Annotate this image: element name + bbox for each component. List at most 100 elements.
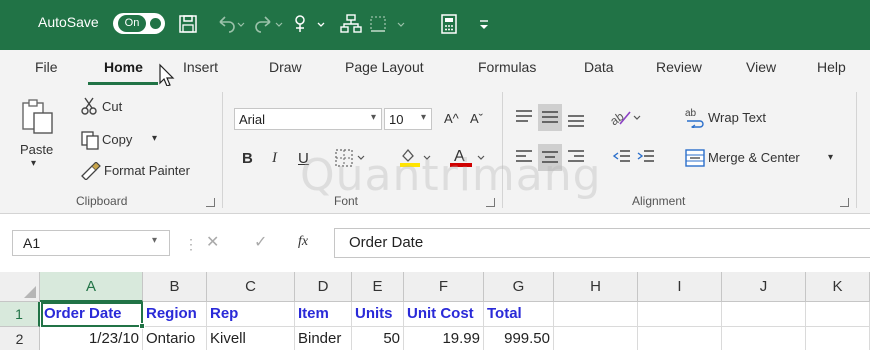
border-icon[interactable] — [368, 14, 412, 34]
cell-b1[interactable]: Region — [143, 302, 207, 327]
column-header-k[interactable]: K — [806, 272, 870, 302]
cell-d1[interactable]: Item — [295, 302, 352, 327]
svg-text:ab: ab — [685, 108, 697, 119]
title-bar: AutoSave On — [0, 0, 870, 50]
wrap-text-label[interactable]: Wrap Text — [708, 110, 766, 125]
name-box[interactable]: A1 ▾ — [12, 230, 170, 256]
row-header-2[interactable]: 2 — [0, 327, 40, 350]
column-header-f[interactable]: F — [404, 272, 484, 302]
cell-h2[interactable] — [554, 327, 638, 350]
touch-mode-icon[interactable] — [292, 14, 328, 34]
font-size-combo[interactable]: 10 ▾ — [384, 108, 432, 130]
wrap-text-icon[interactable]: ab — [684, 106, 706, 131]
tab-draw[interactable]: Draw — [269, 59, 302, 75]
column-header-e[interactable]: E — [352, 272, 404, 302]
decrease-indent-icon[interactable] — [612, 148, 632, 169]
tab-page-layout[interactable]: Page Layout — [345, 59, 424, 75]
column-header-d[interactable]: D — [295, 272, 352, 302]
redo-icon[interactable] — [254, 14, 284, 34]
cancel-entry-icon[interactable]: ✕ — [206, 232, 219, 252]
tab-file[interactable]: File — [35, 59, 58, 75]
tab-data[interactable]: Data — [584, 59, 614, 75]
autosave-state: On — [118, 15, 146, 32]
cell-j1[interactable] — [722, 302, 806, 327]
autosave-toggle[interactable]: On — [113, 13, 165, 34]
tab-view[interactable]: View — [746, 59, 776, 75]
cell-d2[interactable]: Binder — [295, 327, 352, 350]
italic-button[interactable]: I — [272, 150, 277, 167]
format-painter-icon[interactable] — [80, 161, 102, 183]
clipboard-launcher-icon[interactable] — [206, 198, 215, 207]
shrink-font-button[interactable]: Aˇ — [470, 111, 483, 126]
font-name-combo[interactable]: Arial ▾ — [234, 108, 382, 130]
alignment-group-label: Alignment — [632, 194, 686, 208]
orientation-icon[interactable]: ab — [607, 106, 642, 131]
bold-button[interactable]: B — [242, 150, 253, 167]
copy-dropdown-icon[interactable]: ▾ — [152, 133, 157, 144]
alignment-launcher-icon[interactable] — [840, 198, 849, 207]
merge-center-icon[interactable] — [684, 148, 706, 171]
cut-label[interactable]: Cut — [102, 99, 122, 114]
cell-i2[interactable] — [638, 327, 722, 350]
cell-f2[interactable]: 19.99 — [404, 327, 484, 350]
column-header-j[interactable]: J — [722, 272, 806, 302]
cell-f1[interactable]: Unit Cost — [404, 302, 484, 327]
middle-align-icon[interactable] — [538, 104, 562, 131]
column-header-h[interactable]: H — [554, 272, 638, 302]
paste-label[interactable]: Paste — [20, 142, 53, 157]
clipboard-group-label: Clipboard — [76, 194, 128, 208]
paste-dropdown-icon[interactable]: ▾ — [31, 158, 36, 169]
select-all-button[interactable] — [0, 272, 40, 302]
name-box-value: A1 — [23, 235, 41, 251]
copy-label[interactable]: Copy — [102, 132, 132, 147]
customize-qat-icon[interactable] — [478, 14, 490, 34]
cell-i1[interactable] — [638, 302, 722, 327]
formula-bar-grip-icon[interactable]: ⋮ — [184, 236, 198, 253]
cell-c2[interactable]: Kivell — [207, 327, 295, 350]
cell-e1[interactable]: Units — [352, 302, 404, 327]
column-header-g[interactable]: G — [484, 272, 554, 302]
column-header-a[interactable]: A — [40, 272, 143, 302]
fill-handle[interactable] — [139, 323, 145, 329]
copy-icon[interactable] — [80, 130, 100, 153]
tab-help[interactable]: Help — [817, 59, 846, 75]
row-header-1[interactable]: 1 — [0, 302, 40, 327]
cut-icon[interactable] — [80, 96, 98, 119]
column-header-b[interactable]: B — [143, 272, 207, 302]
cell-g1[interactable]: Total — [484, 302, 554, 327]
tab-review[interactable]: Review — [656, 59, 702, 75]
tab-insert[interactable]: Insert — [183, 59, 218, 75]
insert-function-button[interactable]: fx — [298, 234, 308, 250]
active-cell-border — [41, 302, 143, 327]
cell-g2[interactable]: 999.50 — [484, 327, 554, 350]
cell-b2[interactable]: Ontario — [143, 327, 207, 350]
bottom-align-icon[interactable] — [566, 110, 586, 131]
calculator-icon[interactable] — [440, 14, 458, 34]
paste-icon[interactable] — [20, 98, 54, 137]
cell-k1[interactable] — [806, 302, 870, 327]
active-tab-indicator — [88, 82, 158, 85]
cell-k2[interactable] — [806, 327, 870, 350]
cell-c1[interactable]: Rep — [207, 302, 295, 327]
undo-icon[interactable] — [216, 14, 246, 34]
group-separator — [856, 92, 857, 208]
increase-indent-icon[interactable] — [636, 148, 656, 169]
grow-font-button[interactable]: A^ — [444, 111, 459, 126]
cell-h1[interactable] — [554, 302, 638, 327]
formula-input[interactable]: Order Date — [334, 228, 870, 258]
column-header-i[interactable]: I — [638, 272, 722, 302]
sort-icon[interactable] — [340, 14, 362, 34]
tab-formulas[interactable]: Formulas — [478, 59, 536, 75]
font-size-value: 10 — [389, 112, 404, 127]
merge-center-label[interactable]: Merge & Center — [708, 150, 800, 165]
confirm-entry-icon[interactable]: ✓ — [254, 232, 267, 252]
cell-a2[interactable]: 1/23/10 — [41, 327, 143, 350]
format-painter-label[interactable]: Format Painter — [104, 163, 190, 178]
column-header-c[interactable]: C — [207, 272, 295, 302]
cell-j2[interactable] — [722, 327, 806, 350]
save-icon[interactable] — [178, 14, 198, 34]
tab-home[interactable]: Home — [104, 59, 143, 75]
cell-e2[interactable]: 50 — [352, 327, 404, 350]
merge-dropdown-icon[interactable]: ▾ — [828, 152, 833, 163]
top-align-icon[interactable] — [514, 108, 534, 129]
